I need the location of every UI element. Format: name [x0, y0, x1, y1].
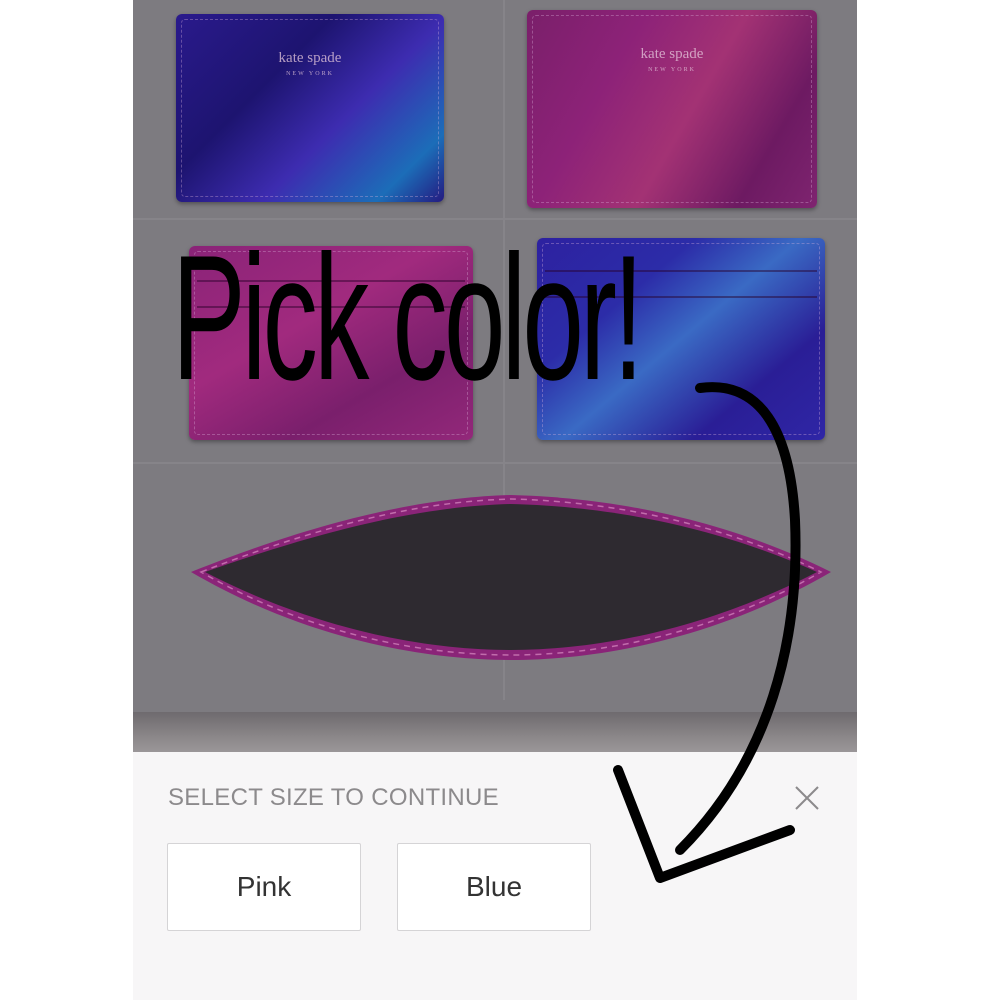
card-case-top-view	[191, 495, 831, 660]
photo-background	[133, 712, 857, 752]
pink-card-back: kate spade NEW YORK	[527, 10, 817, 208]
pick-color-caption: Pick color!	[172, 218, 644, 417]
brand-logo: kate spade	[640, 46, 704, 62]
option-pink-button[interactable]: Pink	[167, 843, 361, 931]
blue-card-back: kate spade NEW YORK	[176, 14, 444, 202]
close-button[interactable]	[791, 782, 823, 814]
right-margin	[857, 0, 1000, 1000]
brand-subtitle: NEW YORK	[648, 67, 696, 73]
brand-logo: kate spade	[278, 50, 342, 66]
option-blue-button[interactable]: Blue	[397, 843, 591, 931]
photo-divider	[133, 462, 857, 464]
brand-subtitle: NEW YORK	[286, 71, 334, 77]
size-selection-sheet: SELECT SIZE TO CONTINUE Pink Blue	[133, 752, 857, 1000]
sheet-title: SELECT SIZE TO CONTINUE	[168, 784, 499, 811]
close-icon	[795, 786, 819, 810]
left-margin	[0, 0, 133, 1000]
